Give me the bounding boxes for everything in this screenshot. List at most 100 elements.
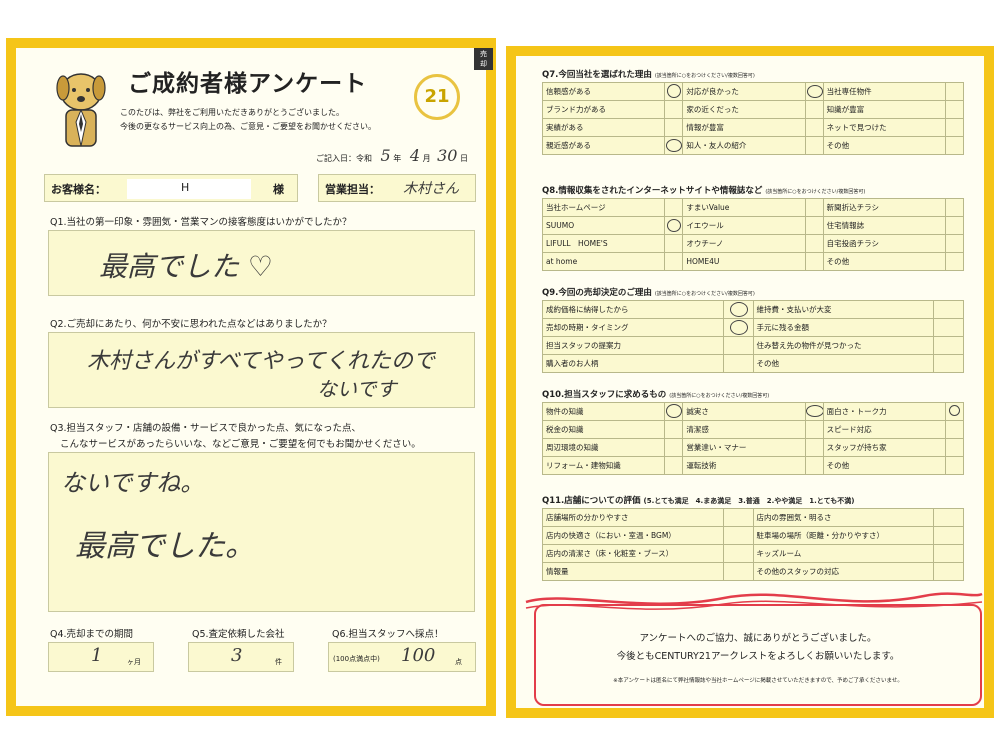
q7-option[interactable]: 情報が豊富 bbox=[682, 118, 806, 137]
q8-mark-cell[interactable] bbox=[664, 216, 684, 235]
q7-mark-cell[interactable] bbox=[804, 82, 824, 101]
q7-option[interactable]: ネットで見つけた bbox=[822, 118, 947, 137]
q7-mark-cell[interactable] bbox=[945, 136, 964, 155]
q7-option[interactable]: 知人・友人の紹介 bbox=[682, 136, 806, 155]
q8-option[interactable]: SUUMO bbox=[541, 216, 666, 235]
q10-mark-cell[interactable] bbox=[804, 420, 824, 439]
q10-mark-cell[interactable] bbox=[945, 456, 964, 475]
q9-option[interactable]: その他 bbox=[752, 354, 934, 373]
q10-option[interactable]: 物件の知識 bbox=[541, 402, 666, 421]
q7-option[interactable]: ブランド力がある bbox=[541, 100, 666, 119]
q8-option[interactable]: すまいValue bbox=[682, 198, 806, 217]
q10-option[interactable]: リフォーム・建物知識 bbox=[541, 456, 666, 475]
q11-score-cell[interactable] bbox=[722, 508, 754, 527]
q7-mark-cell[interactable] bbox=[804, 136, 824, 155]
answer-5-box[interactable]: 3 件 bbox=[188, 642, 294, 672]
customer-name-field[interactable]: お客様名： H 様 bbox=[44, 174, 298, 202]
q8-option[interactable]: 住宅情報誌 bbox=[822, 216, 947, 235]
q10-mark-cell[interactable] bbox=[804, 402, 824, 421]
q8-mark-cell[interactable] bbox=[804, 198, 824, 217]
answer-6-box[interactable]: (100点満点中) 100 点 bbox=[328, 642, 476, 672]
q10-mark-cell[interactable] bbox=[804, 456, 824, 475]
q10-mark-cell[interactable] bbox=[945, 420, 964, 439]
q8-option[interactable]: イエウール bbox=[682, 216, 806, 235]
q8-mark-cell[interactable] bbox=[804, 234, 824, 253]
q9-option[interactable]: 担当スタッフの提案力 bbox=[542, 336, 724, 355]
q10-mark-cell[interactable] bbox=[664, 456, 684, 475]
q8-mark-cell[interactable] bbox=[945, 234, 964, 253]
q10-option[interactable]: 周辺環境の知識 bbox=[541, 438, 666, 457]
q7-option[interactable]: 信頼感がある bbox=[541, 82, 666, 101]
q11-score-cell[interactable] bbox=[722, 526, 754, 545]
q9-option[interactable]: 住み替え先の物件が見つかった bbox=[752, 336, 934, 355]
q10-option[interactable]: その他 bbox=[822, 456, 947, 475]
q9-mark-cell[interactable] bbox=[933, 318, 964, 337]
q11-score-cell[interactable] bbox=[933, 544, 964, 563]
q10-mark-cell[interactable] bbox=[804, 438, 824, 457]
q9-mark-cell[interactable] bbox=[933, 354, 964, 373]
answer-2-box[interactable]: 木村さんがすべてやってくれたので ないです bbox=[48, 332, 475, 408]
q9-mark-cell[interactable] bbox=[722, 318, 754, 337]
q8-option[interactable]: 自宅投函チラシ bbox=[822, 234, 947, 253]
q10-option[interactable]: スピード対応 bbox=[822, 420, 947, 439]
q8-mark-cell[interactable] bbox=[804, 216, 824, 235]
q10-mark-cell[interactable] bbox=[664, 438, 684, 457]
q8-mark-cell[interactable] bbox=[945, 216, 964, 235]
q9-option[interactable]: 維持費・支払いが大変 bbox=[752, 300, 934, 319]
q8-option[interactable]: at home bbox=[541, 252, 666, 271]
q10-option[interactable]: 清潔感 bbox=[682, 420, 806, 439]
q8-option[interactable]: 新聞折込チラシ bbox=[822, 198, 947, 217]
q8-mark-cell[interactable] bbox=[804, 252, 824, 271]
q7-mark-cell[interactable] bbox=[664, 82, 684, 101]
q11-score-cell[interactable] bbox=[722, 562, 754, 581]
q7-option[interactable]: 親近感がある bbox=[541, 136, 666, 155]
q7-option[interactable]: その他 bbox=[822, 136, 947, 155]
q7-mark-cell[interactable] bbox=[804, 100, 824, 119]
q11-score-cell[interactable] bbox=[933, 508, 964, 527]
q7-mark-cell[interactable] bbox=[945, 118, 964, 137]
q9-option[interactable]: 売却の時期・タイミング bbox=[542, 318, 724, 337]
q7-option[interactable]: 実績がある bbox=[541, 118, 666, 137]
q10-option[interactable]: 運転技術 bbox=[682, 456, 806, 475]
q7-option[interactable]: 知識が豊富 bbox=[822, 100, 947, 119]
answer-4-box[interactable]: 1 ヶ月 bbox=[48, 642, 154, 672]
q10-mark-cell[interactable] bbox=[945, 402, 964, 421]
q9-option[interactable]: 手元に残る金額 bbox=[752, 318, 934, 337]
q9-mark-cell[interactable] bbox=[722, 300, 754, 319]
q8-mark-cell[interactable] bbox=[945, 198, 964, 217]
answer-1-box[interactable]: 最高でした ♡ bbox=[48, 230, 475, 296]
q9-mark-cell[interactable] bbox=[933, 336, 964, 355]
q8-mark-cell[interactable] bbox=[664, 252, 684, 271]
q10-mark-cell[interactable] bbox=[945, 438, 964, 457]
q7-mark-cell[interactable] bbox=[664, 136, 684, 155]
q7-mark-cell[interactable] bbox=[804, 118, 824, 137]
answer-3-box[interactable]: ないですね。 最高でした。 bbox=[48, 452, 475, 612]
q10-option[interactable]: 面白さ・トーク力 bbox=[822, 402, 947, 421]
q7-option[interactable]: 家の近くだった bbox=[682, 100, 806, 119]
q9-mark-cell[interactable] bbox=[722, 354, 754, 373]
q8-mark-cell[interactable] bbox=[664, 198, 684, 217]
q9-option[interactable]: 購入者のお人柄 bbox=[542, 354, 724, 373]
q10-option[interactable]: 誠実さ bbox=[682, 402, 806, 421]
q8-mark-cell[interactable] bbox=[945, 252, 964, 271]
q8-option[interactable]: LIFULL HOME'S bbox=[541, 234, 666, 253]
q7-mark-cell[interactable] bbox=[945, 100, 964, 119]
q10-option[interactable]: スタッフが持ち家 bbox=[822, 438, 947, 457]
q10-mark-cell[interactable] bbox=[664, 420, 684, 439]
q8-option[interactable]: その他 bbox=[822, 252, 947, 271]
q11-score-cell[interactable] bbox=[933, 526, 964, 545]
q11-score-cell[interactable] bbox=[933, 562, 964, 581]
q8-option[interactable]: 当社ホームページ bbox=[541, 198, 666, 217]
q7-option[interactable]: 当社専任物件 bbox=[822, 82, 947, 101]
staff-name-field[interactable]: 営業担当： 木村さん bbox=[318, 174, 476, 202]
q8-mark-cell[interactable] bbox=[664, 234, 684, 253]
q7-option[interactable]: 対応が良かった bbox=[682, 82, 806, 101]
q7-mark-cell[interactable] bbox=[945, 82, 964, 101]
q9-option[interactable]: 成約価格に納得したから bbox=[542, 300, 724, 319]
q11-score-cell[interactable] bbox=[722, 544, 754, 563]
q9-mark-cell[interactable] bbox=[933, 300, 964, 319]
q10-option[interactable]: 税金の知識 bbox=[541, 420, 666, 439]
q10-option[interactable]: 営業達い・マナー bbox=[682, 438, 806, 457]
q8-option[interactable]: HOME4U bbox=[682, 252, 806, 271]
q7-mark-cell[interactable] bbox=[664, 100, 684, 119]
